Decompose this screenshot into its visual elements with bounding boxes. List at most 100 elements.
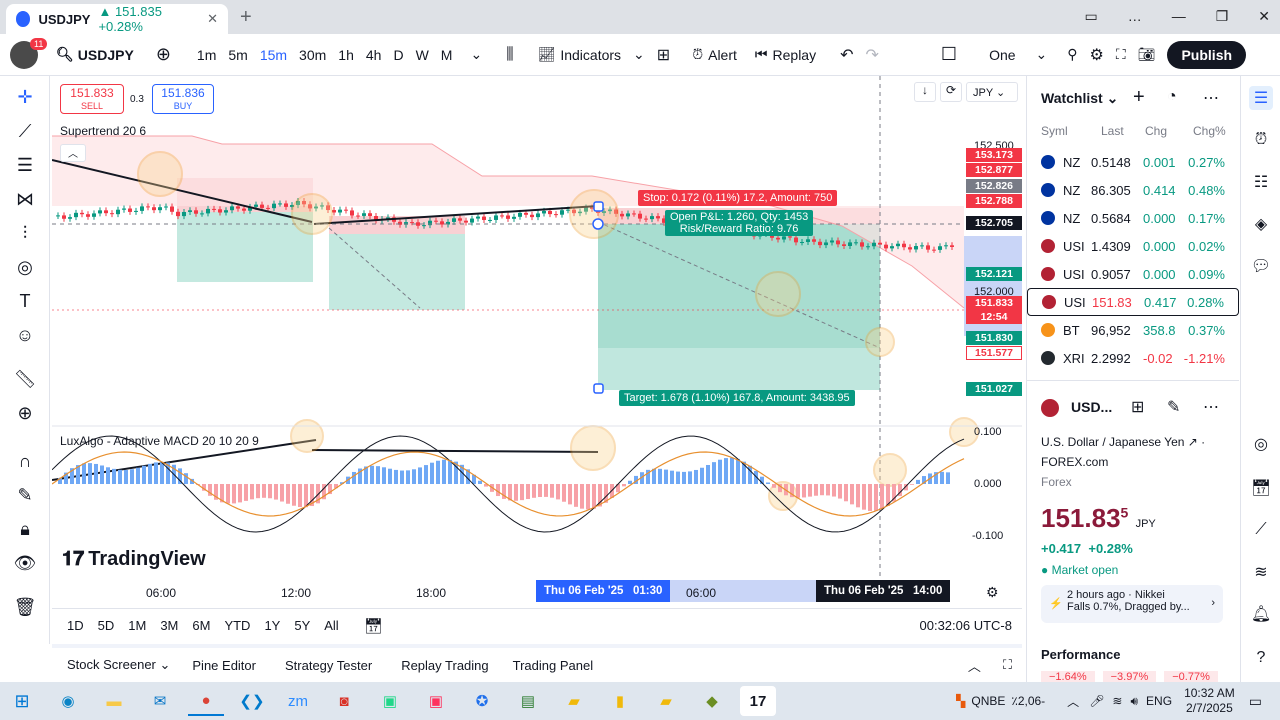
range-5D[interactable]: 5D	[91, 618, 122, 633]
range-1M[interactable]: 1M	[121, 618, 153, 633]
timeframe-D[interactable]: D	[387, 47, 409, 63]
patterns-icon[interactable]: ⋈	[12, 186, 38, 212]
fib-retracement-icon[interactable]: ☰	[12, 152, 38, 178]
close-button[interactable]: ✕	[1258, 8, 1270, 25]
timeframe-1m[interactable]: 1m	[191, 47, 222, 63]
advanced-view-icon[interactable]: ◔	[1167, 88, 1177, 106]
alerts-clock-icon[interactable]: ⏰︎	[1249, 128, 1273, 152]
tab-pine-editor[interactable]: Pine Editor	[192, 658, 256, 673]
outlook-icon[interactable]: ✉	[142, 686, 178, 716]
watchlist-row[interactable]: XRI 2.2992 -0.02 -1.21%	[1027, 344, 1239, 372]
watchlist-row[interactable]: USI 1.4309 0.000 0.02%	[1027, 232, 1239, 260]
snapshot-camera-icon[interactable]: 📷︎	[1132, 34, 1162, 75]
settings-gear-icon[interactable]: ⚙︎	[1084, 34, 1110, 75]
prediction-tools-icon[interactable]: ⫶	[12, 220, 38, 246]
watchlist-row[interactable]: NZ 0.5684 0.000 0.17%	[1027, 204, 1239, 232]
layout-dropdown-icon[interactable]: ⌄	[1030, 34, 1054, 75]
app-icon[interactable]: ✪	[464, 686, 500, 716]
more-icon[interactable]: …	[1128, 8, 1142, 25]
alert-button[interactable]: ⏰︎ Alert	[686, 34, 743, 75]
add-symbol-icon[interactable]: +	[1133, 86, 1145, 109]
fullscreen-icon[interactable]: ⛶	[1110, 34, 1132, 75]
browser-tab[interactable]: USDJPY ▲ 151.835 +0.28% ✕	[6, 4, 228, 34]
watchlist-more-icon[interactable]: ⋯	[1203, 88, 1219, 108]
calendar-icon[interactable]: 📅︎	[1249, 476, 1273, 500]
yellow-app-icon[interactable]: ▮	[602, 686, 638, 716]
zoom-icon[interactable]: zm	[280, 686, 316, 716]
layout-icon[interactable]: ☐	[935, 34, 963, 75]
app-stack-icon[interactable]: ▤	[510, 686, 546, 716]
range-3M[interactable]: 3M	[153, 618, 185, 633]
notification-center-icon[interactable]: ▭	[1249, 693, 1262, 710]
replay-button[interactable]: ⏮︎ Replay	[749, 34, 822, 75]
maximize-panel-icon[interactable]: ⛶	[1003, 657, 1012, 673]
indicators-dropdown-icon[interactable]: ⌄	[627, 34, 651, 75]
tradingview-taskbar-icon[interactable]: 17	[740, 686, 776, 716]
collapse-panel-icon[interactable]: ︿	[968, 656, 981, 675]
binance-icon[interactable]: ▰	[556, 686, 592, 716]
publish-button[interactable]: Publish	[1167, 40, 1247, 69]
redo-icon[interactable]: ↷	[860, 34, 885, 75]
user-avatar[interactable]: 11	[0, 34, 48, 75]
pycharm-icon[interactable]: ▣	[372, 686, 408, 716]
compare-add-icon[interactable]: ⊕	[150, 34, 177, 75]
new-tab-button[interactable]: +	[240, 6, 252, 29]
price-chart-svg[interactable]	[52, 76, 1022, 608]
details-name[interactable]: U.S. Dollar / Japanese Yen ↗ ·	[1041, 435, 1205, 449]
goto-date-icon[interactable]: 📅︎	[364, 617, 383, 635]
tab-strategy-tester[interactable]: Strategy Tester	[285, 658, 372, 673]
scroll-down-icon[interactable]: ↓	[914, 82, 936, 102]
lock-drawing-icon[interactable]: ✎	[12, 482, 38, 508]
watchlist-title[interactable]: Watchlist ⌄	[1041, 90, 1118, 107]
timeframe-15m[interactable]: 15m	[254, 47, 293, 63]
watchlist-icon[interactable]: ☰	[1249, 86, 1273, 110]
wifi-icon[interactable]: ≋	[1112, 694, 1122, 708]
refresh-icon[interactable]: ⟳	[940, 82, 962, 102]
magnet-icon[interactable]: ∩	[12, 448, 38, 474]
time-axis[interactable]: 06:00 12:00 18:00 Thu 06 Feb '25 01:30 0…	[52, 580, 962, 608]
emoji-icon[interactable]: ☺	[12, 322, 38, 348]
watchlist-row[interactable]: USI 151.83 0.417 0.28%	[1027, 288, 1239, 316]
range-1D[interactable]: 1D	[60, 618, 91, 633]
sell-button[interactable]: 151.833 SELL	[60, 84, 124, 114]
chrome-icon[interactable]: ●	[188, 686, 224, 716]
watchlist-row[interactable]: USI 0.9057 0.000 0.09%	[1027, 260, 1239, 288]
watchlist-row[interactable]: NZ 0.5148 0.001 0.27%	[1027, 148, 1239, 176]
buy-button[interactable]: 151.836 BUY	[152, 84, 214, 114]
volume-icon[interactable]: 🔊︎	[1130, 694, 1138, 709]
zoom-in-icon[interactable]: ⊕	[12, 400, 38, 426]
clock-display[interactable]: 00:32:06 UTC-8	[920, 618, 1013, 633]
hide-drawings-eye-icon[interactable]: 👁︎	[12, 550, 38, 576]
minimize-button[interactable]: —	[1172, 8, 1186, 25]
price-scale[interactable]: 152.500 152.000 153.173 152.877 152.826 152…	[964, 136, 1022, 586]
layers-icon[interactable]: ◈	[1249, 212, 1273, 236]
quick-search-icon[interactable]: ⚲	[1061, 34, 1083, 75]
timeframe-M[interactable]: M	[435, 47, 459, 63]
target-icon[interactable]: ◎	[1249, 432, 1273, 456]
col-symbol[interactable]: Syml	[1041, 124, 1068, 138]
ruler-icon[interactable]: 📏︎	[12, 366, 38, 392]
money-app-icon[interactable]: ◆	[694, 686, 730, 716]
range-1Y[interactable]: 1Y	[257, 618, 287, 633]
binance-2-icon[interactable]: ▰	[648, 686, 684, 716]
details-symbol[interactable]: USD...	[1071, 399, 1112, 415]
tab-stock-screener[interactable]: Stock Screener ⌄	[67, 657, 170, 673]
file-explorer-icon[interactable]: ▬	[96, 686, 132, 716]
indicators-button[interactable]: 📈︎ Indicators	[532, 34, 627, 75]
range-5Y[interactable]: 5Y	[287, 618, 317, 633]
symbol-search[interactable]: 🔍︎ USDJPY	[50, 34, 140, 75]
windows-start-icon[interactable]: ⊞	[4, 686, 40, 716]
pine-chart-icon[interactable]: ⟋	[1249, 518, 1273, 542]
language-indicator[interactable]: ENG	[1146, 694, 1172, 708]
watchlist-row[interactable]: NZ 86.305 0.414 0.48%	[1027, 176, 1239, 204]
timeframe-W[interactable]: W	[410, 47, 435, 63]
range-YTD[interactable]: YTD	[217, 618, 257, 633]
details-grid-icon[interactable]: ⊞	[1131, 397, 1144, 417]
collapse-legend-icon[interactable]: ︿	[60, 144, 86, 162]
supertrend-legend[interactable]: Supertrend 20 6	[60, 124, 146, 138]
tray-chevron-icon[interactable]: ︿	[1067, 693, 1079, 710]
brush-icon[interactable]: ◎	[12, 254, 38, 280]
tab-trading-panel[interactable]: Trading Panel	[513, 658, 593, 673]
chat-icon[interactable]: 💬︎	[1249, 254, 1273, 278]
microphone-icon[interactable]: 🎤︎	[1089, 694, 1104, 708]
